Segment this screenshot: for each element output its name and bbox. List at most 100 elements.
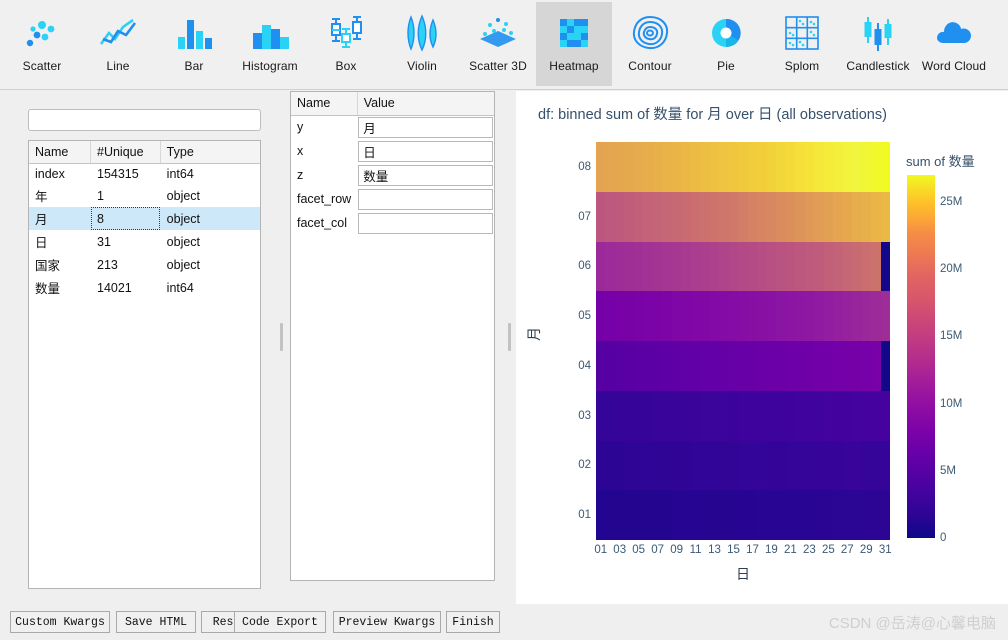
heatmap-cell[interactable]: [700, 291, 709, 341]
heatmap-cell[interactable]: [643, 242, 652, 292]
kwargs-header-value[interactable]: Value: [357, 92, 494, 115]
heatmap-cell[interactable]: [738, 441, 747, 491]
heatmap-cell[interactable]: [672, 391, 681, 441]
heatmap-cell[interactable]: [881, 242, 890, 292]
heatmap-cell[interactable]: [681, 291, 690, 341]
heatmap-cell[interactable]: [786, 192, 795, 242]
heatmap-cell[interactable]: [786, 142, 795, 192]
heatmap-cell[interactable]: [776, 142, 785, 192]
heatmap-cell[interactable]: [738, 242, 747, 292]
heatmap-cell[interactable]: [795, 490, 804, 540]
heatmap-cell[interactable]: [596, 341, 605, 391]
heatmap-cell[interactable]: [710, 242, 719, 292]
heatmap-cell[interactable]: [681, 242, 690, 292]
heatmap-cell[interactable]: [729, 441, 738, 491]
heatmap-cell[interactable]: [662, 291, 671, 341]
heatmap-cell[interactable]: [843, 242, 852, 292]
heatmap-cell[interactable]: [833, 242, 842, 292]
kwargs-value-input-facet_col[interactable]: [358, 213, 493, 234]
heatmap-cell[interactable]: [643, 291, 652, 341]
heatmap-cell[interactable]: [814, 142, 823, 192]
heatmap-cell[interactable]: [653, 291, 662, 341]
heatmap-cell[interactable]: [776, 441, 785, 491]
heatmap-cell[interactable]: [795, 391, 804, 441]
heatmap-cell[interactable]: [871, 341, 880, 391]
heatmap-cell[interactable]: [662, 391, 671, 441]
heatmap-cell[interactable]: [729, 192, 738, 242]
column-header-type[interactable]: Type: [160, 141, 259, 163]
heatmap-cell[interactable]: [710, 490, 719, 540]
heatmap-cell[interactable]: [710, 192, 719, 242]
heatmap-cell[interactable]: [672, 441, 681, 491]
heatmap-cell[interactable]: [833, 291, 842, 341]
heatmap-cell[interactable]: [862, 441, 871, 491]
heatmap-cell[interactable]: [757, 391, 766, 441]
heatmap-cell[interactable]: [615, 291, 624, 341]
heatmap-cell[interactable]: [634, 291, 643, 341]
heatmap-cell[interactable]: [852, 291, 861, 341]
toolbar-item-candlestick[interactable]: Candlestick: [840, 2, 916, 86]
heatmap-cell[interactable]: [624, 341, 633, 391]
finish-button[interactable]: Finish: [446, 611, 500, 633]
heatmap-cell[interactable]: [653, 242, 662, 292]
heatmap-cell[interactable]: [852, 142, 861, 192]
toolbar-item-splom[interactable]: Splom: [764, 2, 840, 86]
heatmap-cell[interactable]: [871, 391, 880, 441]
heatmap-cell[interactable]: [767, 341, 776, 391]
heatmap-cell[interactable]: [833, 341, 842, 391]
heatmap-cell[interactable]: [843, 391, 852, 441]
heatmap-cell[interactable]: [881, 391, 890, 441]
heatmap-cell[interactable]: [700, 142, 709, 192]
heatmap-cell[interactable]: [634, 341, 643, 391]
heatmap-cell[interactable]: [795, 341, 804, 391]
heatmap-cell[interactable]: [719, 441, 728, 491]
heatmap-cell[interactable]: [814, 441, 823, 491]
column-header-name[interactable]: Name: [29, 141, 91, 163]
heatmap-cell[interactable]: [653, 391, 662, 441]
heatmap-cell[interactable]: [757, 192, 766, 242]
heatmap-cell[interactable]: [624, 291, 633, 341]
table-row[interactable]: 年1object: [29, 184, 260, 207]
table-row[interactable]: 国家213object: [29, 253, 260, 276]
kwargs-header-name[interactable]: Name: [291, 92, 357, 115]
heatmap-cell[interactable]: [795, 291, 804, 341]
heatmap-cell[interactable]: [710, 142, 719, 192]
heatmap-cell[interactable]: [662, 341, 671, 391]
save-html-button[interactable]: Save HTML: [116, 611, 196, 633]
heatmap-cell[interactable]: [862, 142, 871, 192]
heatmap-cell[interactable]: [748, 441, 757, 491]
toolbar-item-histogram[interactable]: Histogram: [232, 2, 308, 86]
heatmap-cell[interactable]: [767, 242, 776, 292]
heatmap-cell[interactable]: [843, 441, 852, 491]
heatmap-cell[interactable]: [719, 291, 728, 341]
heatmap-cell[interactable]: [738, 192, 747, 242]
heatmap-cell[interactable]: [862, 391, 871, 441]
heatmap-cell[interactable]: [700, 490, 709, 540]
heatmap-cell[interactable]: [767, 291, 776, 341]
heatmap-cell[interactable]: [662, 242, 671, 292]
heatmap-cell[interactable]: [824, 291, 833, 341]
heatmap-cell[interactable]: [596, 441, 605, 491]
heatmap-cell[interactable]: [643, 441, 652, 491]
heatmap-cell[interactable]: [634, 441, 643, 491]
heatmap-cell[interactable]: [843, 490, 852, 540]
toolbar-item-violin[interactable]: Violin: [384, 2, 460, 86]
right-splitter[interactable]: [504, 91, 514, 616]
heatmap-cell[interactable]: [862, 192, 871, 242]
heatmap-cell[interactable]: [852, 490, 861, 540]
heatmap-cell[interactable]: [748, 291, 757, 341]
heatmap-cell[interactable]: [634, 142, 643, 192]
heatmap-cell[interactable]: [776, 192, 785, 242]
heatmap-cell[interactable]: [814, 192, 823, 242]
heatmap-cell[interactable]: [852, 441, 861, 491]
heatmap-cell[interactable]: [596, 142, 605, 192]
kwargs-value-input-x[interactable]: [358, 141, 493, 162]
heatmap-cell[interactable]: [643, 490, 652, 540]
heatmap-cell[interactable]: [786, 291, 795, 341]
heatmap-cell[interactable]: [814, 242, 823, 292]
heatmap-cell[interactable]: [662, 192, 671, 242]
heatmap-cell[interactable]: [805, 341, 814, 391]
heatmap-cell[interactable]: [757, 490, 766, 540]
heatmap-cell[interactable]: [615, 192, 624, 242]
heatmap-cell[interactable]: [729, 391, 738, 441]
